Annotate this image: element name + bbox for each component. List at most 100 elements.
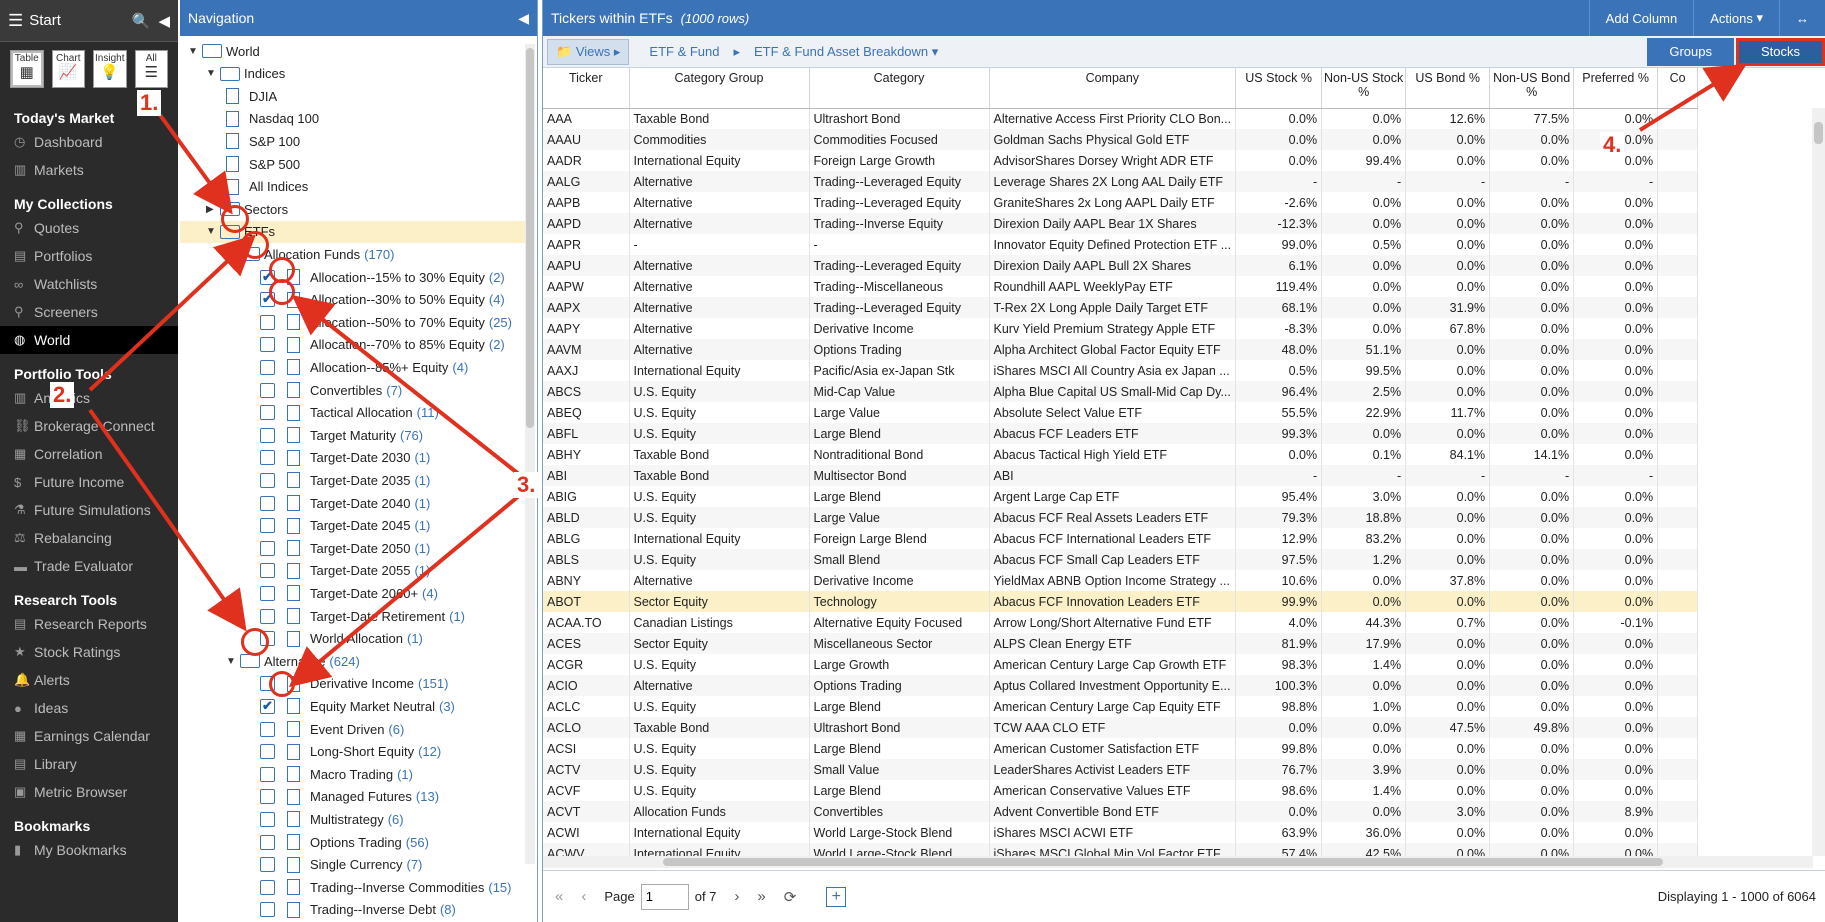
next-page-icon[interactable]: ›	[734, 888, 739, 905]
grid-vertical-scrollbar[interactable]	[1812, 108, 1825, 856]
views-button[interactable]: 📁 Views ▸	[547, 38, 630, 65]
sidebar-item-future-income[interactable]: $ Future Income	[0, 468, 178, 496]
tree-node[interactable]: S&P 100	[226, 130, 300, 152]
checkbox[interactable]	[260, 337, 275, 353]
checkbox[interactable]: ✔	[260, 698, 275, 714]
sidebar-item-dashboard[interactable]: ◷ Dashboard	[0, 128, 178, 156]
table-row[interactable]: ABEQ U.S. Equity Large Value Absolute Selec…	[543, 402, 1699, 423]
tree-node[interactable]: DJIA	[226, 85, 277, 107]
table-row[interactable]: ACIO Alternative Options Trading Aptus Coll…	[543, 675, 1699, 696]
checkbox[interactable]	[260, 585, 275, 601]
tree-node[interactable]: ✔ Equity Market Neutral (3)	[260, 695, 455, 717]
chevron-down-icon[interactable]: ▼	[188, 46, 202, 57]
sidebar-item-brokerage-connect[interactable]: ⛓ Brokerage Connect	[0, 412, 178, 440]
last-page-icon[interactable]: »	[757, 888, 765, 905]
tree-node[interactable]: Trading--Inverse Commodities (15)	[260, 876, 511, 898]
checkbox[interactable]	[260, 450, 275, 466]
table-row[interactable]: ABCS U.S. Equity Mid-Cap Value Alpha Blue C…	[543, 381, 1699, 402]
chevron-down-icon[interactable]: ▼	[226, 656, 240, 667]
table-row[interactable]: AAVM Alternative Options Trading Alpha Arch…	[543, 339, 1699, 360]
sidebar-item-portfolios[interactable]: ▤ Portfolios	[0, 242, 178, 270]
table-row[interactable]: AAPD Alternative Trading--Inverse Equity Di…	[543, 213, 1699, 234]
table-row[interactable]: ACES Sector Equity Miscellaneous Sector ALP…	[543, 633, 1699, 654]
tree-node[interactable]: Allocation--70% to 85% Equity (2)	[260, 334, 505, 356]
tree-node[interactable]: Single Currency (7)	[260, 854, 422, 876]
checkbox[interactable]	[260, 902, 275, 918]
start-bar[interactable]: ☰ Start 🔍 ◀	[0, 0, 178, 42]
sidebar-item-my-bookmarks[interactable]: ▮ My Bookmarks	[0, 836, 178, 864]
tree-node[interactable]: Target-Date 2030 (1)	[260, 447, 430, 469]
checkbox[interactable]	[260, 405, 275, 421]
table-row[interactable]: ACSI U.S. Equity Large Blend American Custo…	[543, 738, 1699, 759]
tree-node[interactable]: Target-Date 2055 (1)	[260, 560, 430, 582]
groups-button[interactable]: Groups	[1647, 37, 1734, 66]
tree-node[interactable]: S&P 500	[226, 153, 300, 175]
table-row[interactable]: AADR International Equity Foreign Large Gr…	[543, 150, 1699, 171]
checkbox[interactable]	[260, 427, 275, 443]
tree-node[interactable]: Convertibles (7)	[260, 379, 402, 401]
table-row[interactable]: AAAU Commodities Commodities Focused Goldma…	[543, 129, 1699, 150]
search-icon[interactable]: 🔍	[132, 12, 151, 30]
tree-node[interactable]: All Indices	[226, 176, 308, 198]
checkbox[interactable]	[260, 472, 275, 488]
table-row[interactable]: ACWV International Equity World Large-Stoc…	[543, 843, 1699, 856]
sidebar-item-rebalancing[interactable]: ⚖ Rebalancing	[0, 524, 178, 552]
tree-node[interactable]: Allocation--85%+ Equity (4)	[260, 356, 468, 378]
sidebar-item-screeners[interactable]: ⚲ Screeners	[0, 298, 178, 326]
tree-node[interactable]: ▼ Indices	[206, 63, 285, 85]
refresh-icon[interactable]: ⟳	[784, 888, 797, 906]
tree-node[interactable]: Long-Short Equity (12)	[260, 741, 441, 763]
table-row[interactable]: ACVT Allocation Funds Convertibles Advent C…	[543, 801, 1699, 822]
sidebar-item-research-reports[interactable]: ▤ Research Reports	[0, 610, 178, 638]
table-row[interactable]: ACWI International Equity World Large-Stoc…	[543, 822, 1699, 843]
checkbox[interactable]	[260, 518, 275, 534]
chevron-down-icon[interactable]: ▼	[226, 249, 240, 260]
table-row[interactable]: ACTV U.S. Equity Small Value LeaderShares A…	[543, 759, 1699, 780]
tree-node[interactable]: ✔ Allocation--15% to 30% Equity (2)	[260, 266, 505, 288]
table-row[interactable]: ABFL U.S. Equity Large Blend Abacus FCF Lea…	[543, 423, 1699, 444]
sidebar-item-watchlists[interactable]: ∞ Watchlists	[0, 270, 178, 298]
sidebar-item-ideas[interactable]: ● Ideas	[0, 694, 178, 722]
tree-node[interactable]: Target-Date 2045 (1)	[260, 515, 430, 537]
breadcrumb-etf-fund[interactable]: ETF & Fund	[649, 44, 719, 59]
tree-node[interactable]: Target-Date 2060+ (4)	[260, 582, 438, 604]
checkbox[interactable]	[260, 540, 275, 556]
column-header[interactable]: Category Group	[629, 68, 810, 109]
checkbox[interactable]	[260, 789, 275, 805]
page-input[interactable]	[640, 883, 689, 910]
tree-node[interactable]: Macro Trading (1)	[260, 763, 413, 785]
table-row[interactable]: AAPX Alternative Trading--Leveraged Equity…	[543, 297, 1699, 318]
prev-page-icon[interactable]: ‹	[581, 888, 586, 905]
tree-node[interactable]: World Allocation (1)	[260, 628, 423, 650]
table-row[interactable]: ACLO Taxable Bond Ultrashort Bond TCW AAA C…	[543, 717, 1699, 738]
table-row[interactable]: ABNY Alternative Derivative Income YieldMax…	[543, 570, 1699, 591]
checkbox[interactable]	[260, 359, 275, 375]
view-all-button[interactable]: All ☰	[134, 50, 168, 88]
view-insight-button[interactable]: Insight 💡	[93, 50, 127, 88]
breadcrumb-view-dropdown[interactable]: ETF & Fund Asset Breakdown ▾	[754, 44, 938, 60]
collapse-nav-icon[interactable]: ◀	[518, 10, 529, 27]
table-row[interactable]: ABOT Sector Equity Technology Abacus FCF In…	[543, 591, 1699, 612]
column-header[interactable]: Ticker	[543, 68, 630, 109]
checkbox[interactable]	[260, 382, 275, 398]
column-header[interactable]: Non-US Bond %	[1489, 68, 1575, 109]
tree-node[interactable]: Options Trading (56)	[260, 831, 429, 853]
checkbox[interactable]	[260, 811, 275, 827]
table-row[interactable]: AAPU Alternative Trading--Leveraged Equity…	[543, 255, 1699, 276]
table-row[interactable]: ABI Taxable Bond Multisector Bond ABI - - - - -	[543, 465, 1699, 486]
sidebar-item-world[interactable]: ◍ World	[0, 326, 178, 354]
tree-node[interactable]: Nasdaq 100	[226, 108, 319, 130]
tree-node[interactable]: Target-Date 2035 (1)	[260, 469, 430, 491]
view-chart-button[interactable]: Chart 📈	[51, 50, 85, 88]
sidebar-item-library[interactable]: ▤ Library	[0, 750, 178, 778]
checkbox[interactable]	[260, 744, 275, 760]
sidebar-item-quotes[interactable]: ⚲ Quotes	[0, 214, 178, 242]
tree-node[interactable]: Trading--Inverse Debt (8)	[260, 899, 456, 921]
tree-node[interactable]: Allocation--50% to 70% Equity (25)	[260, 311, 512, 333]
first-page-icon[interactable]: «	[555, 888, 563, 905]
column-header[interactable]: Non-US Stock %	[1321, 68, 1407, 109]
tree-node[interactable]: Target-Date 2040 (1)	[260, 492, 430, 514]
add-row-icon[interactable]: +	[826, 886, 847, 907]
table-row[interactable]: AAPY Alternative Derivative Income Kurv Yie…	[543, 318, 1699, 339]
sidebar-item-earnings-calendar[interactable]: ▦ Earnings Calendar	[0, 722, 178, 750]
